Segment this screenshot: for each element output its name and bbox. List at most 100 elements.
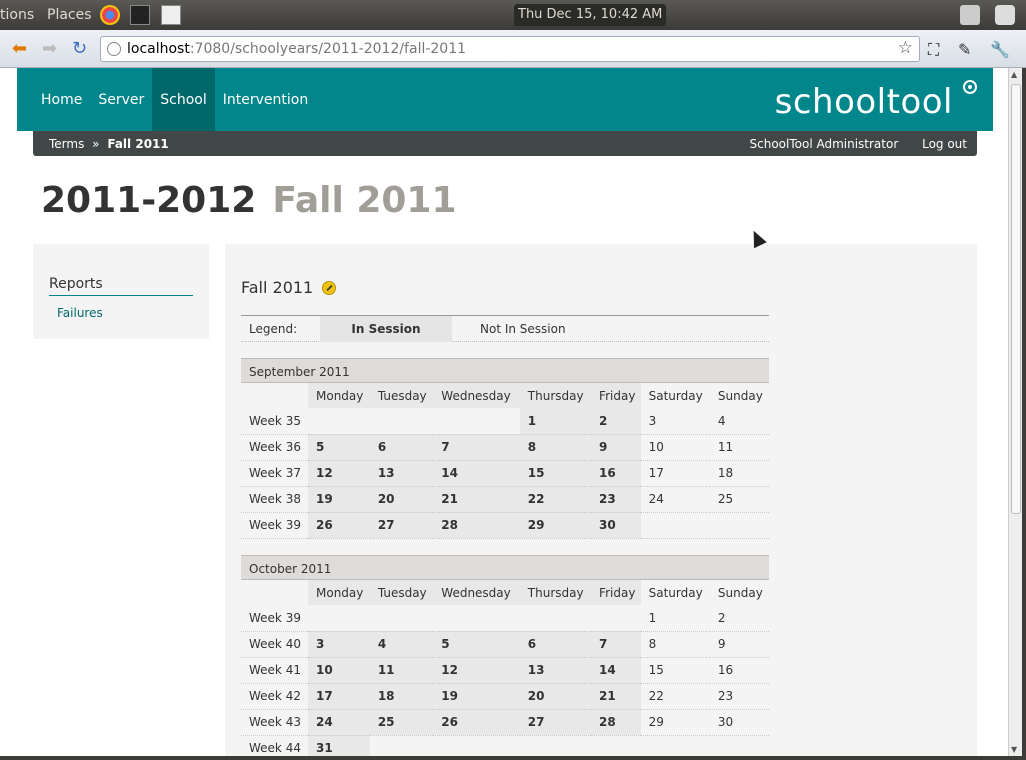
scroll-up-icon[interactable]: ▲ [1011,70,1017,79]
places-menu[interactable]: Places [47,7,92,23]
chat-icon[interactable] [995,5,1015,25]
breadcrumb-separator: » [92,137,100,151]
day-not-in-session[interactable]: 4 [709,408,769,435]
day-in-session[interactable]: 23 [591,486,641,513]
day-in-session[interactable]: 17 [308,683,370,710]
day-in-session[interactable]: 10 [308,657,370,684]
day-not-in-session[interactable]: 1 [640,605,710,632]
pin-icon[interactable]: ✎ [958,40,971,59]
forward-arrow-icon[interactable]: ➡ [42,39,57,59]
day-in-session[interactable]: 19 [433,683,520,710]
day-not-in-session[interactable]: 29 [640,709,710,736]
address-bar[interactable]: localhost:7080/schoolyears/2011-2012/fal… [100,36,920,62]
day-not-in-session[interactable]: 24 [640,486,710,513]
url-path: :7080/schoolyears/2011-2012/fall-2011 [189,41,467,57]
vertical-scrollbar[interactable]: ▲ ▼ [1008,68,1022,756]
day-in-session[interactable]: 8 [519,434,592,461]
applications-menu[interactable]: tions [0,7,34,23]
day-in-session[interactable]: 6 [519,631,592,658]
day-in-session[interactable]: 28 [591,709,641,736]
day-in-session[interactable]: 25 [369,709,434,736]
day-in-session[interactable]: 24 [308,709,370,736]
day-in-session[interactable]: 28 [433,512,520,539]
day-in-session[interactable]: 11 [369,657,434,684]
day-in-session[interactable]: 20 [519,683,592,710]
nav-home[interactable]: Home [17,68,90,131]
nav-school[interactable]: School [152,68,215,131]
day-not-in-session[interactable]: 23 [709,683,769,710]
wrench-icon[interactable]: 🔧 [990,40,1010,59]
day-in-session[interactable]: 5 [308,434,370,461]
weekday-header: Sunday [717,585,763,600]
user-links: SchoolTool Administrator Log out [730,137,968,151]
day-not-in-session[interactable]: 8 [640,631,710,658]
week-label: Week 38 [241,486,308,513]
breadcrumb-terms[interactable]: Terms [49,137,84,151]
fullscreen-icon[interactable]: ⛶ [928,40,939,60]
chrome-launcher-icon[interactable] [100,5,120,25]
day-in-session[interactable]: 7 [591,631,641,658]
day-in-session[interactable]: 14 [591,657,641,684]
scroll-down-icon[interactable]: ▼ [1011,745,1017,754]
day-in-session[interactable]: 9 [591,434,641,461]
day-not-in-session[interactable]: 9 [709,631,769,658]
screenshot-icon[interactable] [960,5,980,25]
day-in-session[interactable]: 14 [433,460,520,487]
day-in-session[interactable]: 13 [519,657,592,684]
day-in-session[interactable]: 2 [591,408,641,435]
day-in-session[interactable]: 16 [591,460,641,487]
day-in-session[interactable]: 15 [519,460,592,487]
back-arrow-icon[interactable]: ⬅ [12,39,27,59]
weekday-header: Wednesday [433,580,520,605]
day-not-in-session[interactable]: 30 [709,709,769,736]
day-in-session[interactable]: 26 [308,512,370,539]
nav-intervention[interactable]: Intervention [215,68,316,131]
sidebar-link-failures[interactable]: Failures [57,306,103,320]
day-in-session[interactable]: 18 [369,683,434,710]
reload-icon[interactable]: ↻ [72,39,87,59]
edit-icon[interactable] [322,280,337,295]
schooltool-logo[interactable]: schooltool [775,82,953,122]
nav-server[interactable]: Server [90,68,152,131]
clock[interactable]: Thu Dec 15, 10:42 AM [514,4,667,26]
day-not-in-session[interactable]: 18 [709,460,769,487]
day-not-in-session[interactable]: 3 [640,408,710,435]
day-in-session[interactable]: 29 [519,512,592,539]
bookmark-star-icon[interactable]: ☆ [898,38,913,58]
weekday-header: Friday [591,580,641,605]
day-in-session[interactable]: 31 [308,735,370,756]
day-in-session[interactable]: 27 [519,709,592,736]
terminal-launcher-icon[interactable] [130,5,150,25]
day-in-session[interactable]: 6 [369,434,434,461]
day-in-session[interactable]: 26 [433,709,520,736]
day-not-in-session[interactable]: 2 [709,605,769,632]
day-not-in-session[interactable]: 17 [640,460,710,487]
month-calendar: October 2011 Monday Tuesday Wednesday Thursd… [241,555,769,756]
logout-link[interactable]: Log out [922,137,967,151]
day-in-session[interactable]: 20 [369,486,434,513]
day-in-session[interactable]: 27 [369,512,434,539]
day-in-session[interactable]: 30 [591,512,641,539]
text-editor-launcher-icon[interactable] [161,5,181,25]
day-not-in-session[interactable]: 25 [709,486,769,513]
day-in-session[interactable]: 22 [519,486,592,513]
day-not-in-session[interactable]: 22 [640,683,710,710]
day-not-in-session[interactable]: 11 [709,434,769,461]
day-in-session[interactable]: 19 [308,486,370,513]
scrollbar-thumb[interactable] [1011,84,1021,514]
day-in-session[interactable]: 4 [369,631,434,658]
user-name-link[interactable]: SchoolTool Administrator [750,137,899,151]
empty-day [369,408,434,435]
day-in-session[interactable]: 12 [433,657,520,684]
day-not-in-session[interactable]: 15 [640,657,710,684]
day-in-session[interactable]: 7 [433,434,520,461]
day-in-session[interactable]: 5 [433,631,520,658]
day-in-session[interactable]: 12 [308,460,370,487]
day-not-in-session[interactable]: 10 [640,434,710,461]
day-in-session[interactable]: 13 [369,460,434,487]
day-in-session[interactable]: 21 [433,486,520,513]
day-in-session[interactable]: 21 [591,683,641,710]
day-in-session[interactable]: 1 [519,408,592,435]
day-not-in-session[interactable]: 16 [709,657,769,684]
day-in-session[interactable]: 3 [308,631,370,658]
